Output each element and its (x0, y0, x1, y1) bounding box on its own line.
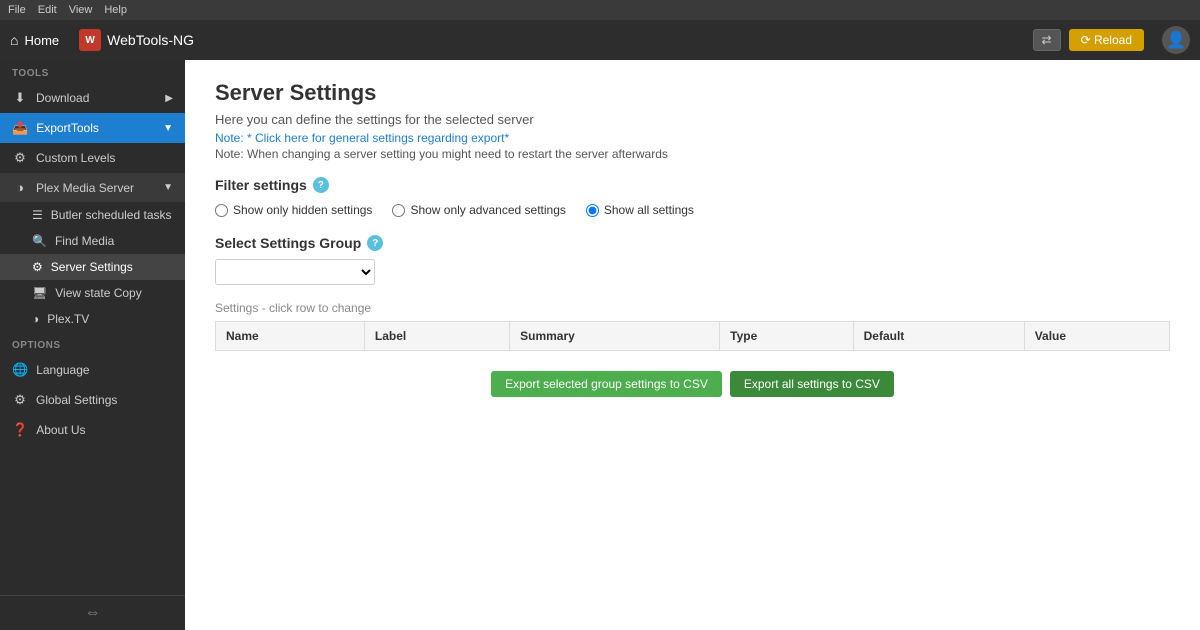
header-bar: ⌂ Home W WebTools-NG ⇄ ⟳ Reload 👤 (0, 20, 1200, 60)
sidebar-item-label: Butler scheduled tasks (51, 208, 172, 222)
note-text: Note: When changing a server setting you… (215, 147, 1170, 161)
table-hint: Settings - click row to change (215, 301, 1170, 315)
radio-hidden-label: Show only hidden settings (233, 203, 372, 217)
table-section: Settings - click row to change Name Labe… (215, 301, 1170, 351)
home-label: Home (24, 33, 59, 48)
options-section-label: OPTIONS (0, 332, 185, 355)
col-value: Value (1024, 322, 1169, 351)
arrow-button[interactable]: ⇄ (1033, 29, 1061, 51)
sidebar-item-label: ExportTools (36, 121, 99, 135)
radio-all-label: Show all settings (604, 203, 694, 217)
radio-advanced-label: Show only advanced settings (410, 203, 565, 217)
view-state-icon: 🖥 (32, 286, 47, 300)
app-title: W WebTools-NG (79, 29, 1032, 51)
home-button[interactable]: ⌂ Home (10, 32, 59, 48)
sidebar-item-exporttools[interactable]: 📤 ExportTools ▼ (0, 113, 185, 143)
chevron-down-icon: ▼ (163, 123, 173, 134)
resize-icon[interactable]: ⇔ (85, 604, 101, 622)
menu-view[interactable]: View (69, 4, 93, 16)
table-header: Name Label Summary Type Default Value (216, 322, 1170, 351)
sidebar-item-about-us[interactable]: ❓ About Us (0, 415, 185, 445)
sidebar-item-label: Language (36, 363, 89, 377)
menu-file[interactable]: File (8, 4, 26, 16)
radio-all-input[interactable] (586, 204, 599, 217)
plex-tv-icon: ◑ (32, 312, 39, 326)
about-us-icon: ❓ (12, 422, 28, 438)
select-group-help-icon[interactable]: ? (367, 235, 383, 251)
export-buttons: Export selected group settings to CSV Ex… (215, 371, 1170, 397)
filter-settings-label: Filter settings (215, 177, 307, 193)
find-media-icon: 🔍 (32, 234, 47, 248)
user-avatar[interactable]: 👤 (1162, 26, 1190, 54)
sidebar-item-label: Server Settings (51, 260, 133, 274)
exporttools-icon: 📤 (12, 120, 28, 136)
export-all-btn[interactable]: Export all settings to CSV (730, 371, 894, 397)
col-name: Name (216, 322, 365, 351)
layout: TOOLS ⬇ Download ▶ 📤 ExportTools ▼ ⚙ Cus… (0, 60, 1200, 630)
export-selected-btn[interactable]: Export selected group settings to CSV (491, 371, 722, 397)
plex-icon: ◑ (12, 180, 28, 195)
sidebar-item-label: Global Settings (36, 393, 117, 407)
sidebar-item-plex-media-server[interactable]: ◑ Plex Media Server ▼ (0, 173, 185, 202)
sidebar-item-label: About Us (36, 423, 85, 437)
sidebar-item-label: Plex Media Server (36, 181, 134, 195)
col-label: Label (364, 322, 509, 351)
tools-section-label: TOOLS (0, 60, 185, 83)
radio-hidden[interactable]: Show only hidden settings (215, 203, 372, 217)
app-logo: W (79, 29, 101, 51)
sidebar-item-custom-levels[interactable]: ⚙ Custom Levels (0, 143, 185, 173)
radio-group: Show only hidden settings Show only adva… (215, 203, 1170, 217)
radio-advanced[interactable]: Show only advanced settings (392, 203, 565, 217)
chevron-right-icon: ▶ (165, 93, 173, 104)
select-group-label: Select Settings Group (215, 235, 361, 251)
col-default: Default (853, 322, 1024, 351)
group-select[interactable] (215, 259, 375, 285)
custom-levels-icon: ⚙ (12, 150, 28, 166)
butler-icon: ☰ (32, 208, 43, 222)
server-settings-icon: ⚙ (32, 260, 43, 274)
radio-advanced-input[interactable] (392, 204, 405, 217)
sidebar-item-label: Custom Levels (36, 151, 115, 165)
note-link[interactable]: Note: * Click here for general settings … (215, 131, 1170, 145)
language-icon: 🌐 (12, 362, 28, 378)
sidebar-item-language[interactable]: 🌐 Language (0, 355, 185, 385)
page-subtitle: Here you can define the settings for the… (215, 112, 1170, 127)
col-summary: Summary (510, 322, 720, 351)
menu-edit[interactable]: Edit (38, 4, 57, 16)
sidebar-item-label: Download (36, 91, 89, 105)
radio-all[interactable]: Show all settings (586, 203, 694, 217)
menu-help[interactable]: Help (104, 4, 127, 16)
sidebar-item-label: Plex.TV (47, 312, 89, 326)
filter-settings-help-icon[interactable]: ? (313, 177, 329, 193)
sidebar-item-view-state-copy[interactable]: 🖥 View state Copy (0, 280, 185, 306)
sidebar-item-download[interactable]: ⬇ Download ▶ (0, 83, 185, 113)
sidebar-item-label: View state Copy (55, 286, 142, 300)
sidebar-item-label: Find Media (55, 234, 114, 248)
sidebar-item-butler[interactable]: ☰ Butler scheduled tasks (0, 202, 185, 228)
sidebar-item-global-settings[interactable]: ⚙ Global Settings (0, 385, 185, 415)
col-type: Type (720, 322, 854, 351)
home-icon: ⌂ (10, 32, 18, 48)
sidebar-item-find-media[interactable]: 🔍 Find Media (0, 228, 185, 254)
sidebar: TOOLS ⬇ Download ▶ 📤 ExportTools ▼ ⚙ Cus… (0, 60, 185, 630)
menubar: File Edit View Help (0, 0, 1200, 20)
download-icon: ⬇ (12, 90, 28, 106)
sidebar-footer: ⇔ (0, 595, 185, 630)
radio-hidden-input[interactable] (215, 204, 228, 217)
select-group-header: Select Settings Group ? (215, 235, 1170, 251)
settings-table: Name Label Summary Type Default Value (215, 321, 1170, 351)
global-settings-icon: ⚙ (12, 392, 28, 408)
chevron-down-icon: ▼ (163, 182, 173, 193)
filter-settings-header: Filter settings ? (215, 177, 1170, 193)
sidebar-item-plex-tv[interactable]: ◑ Plex.TV (0, 306, 185, 332)
page-title: Server Settings (215, 80, 1170, 106)
header-right: ⇄ ⟳ Reload 👤 (1033, 26, 1190, 54)
main-content: Server Settings Here you can define the … (185, 60, 1200, 630)
app-name: WebTools-NG (107, 32, 194, 48)
reload-button[interactable]: ⟳ Reload (1069, 29, 1144, 51)
sidebar-item-server-settings[interactable]: ⚙ Server Settings (0, 254, 185, 280)
